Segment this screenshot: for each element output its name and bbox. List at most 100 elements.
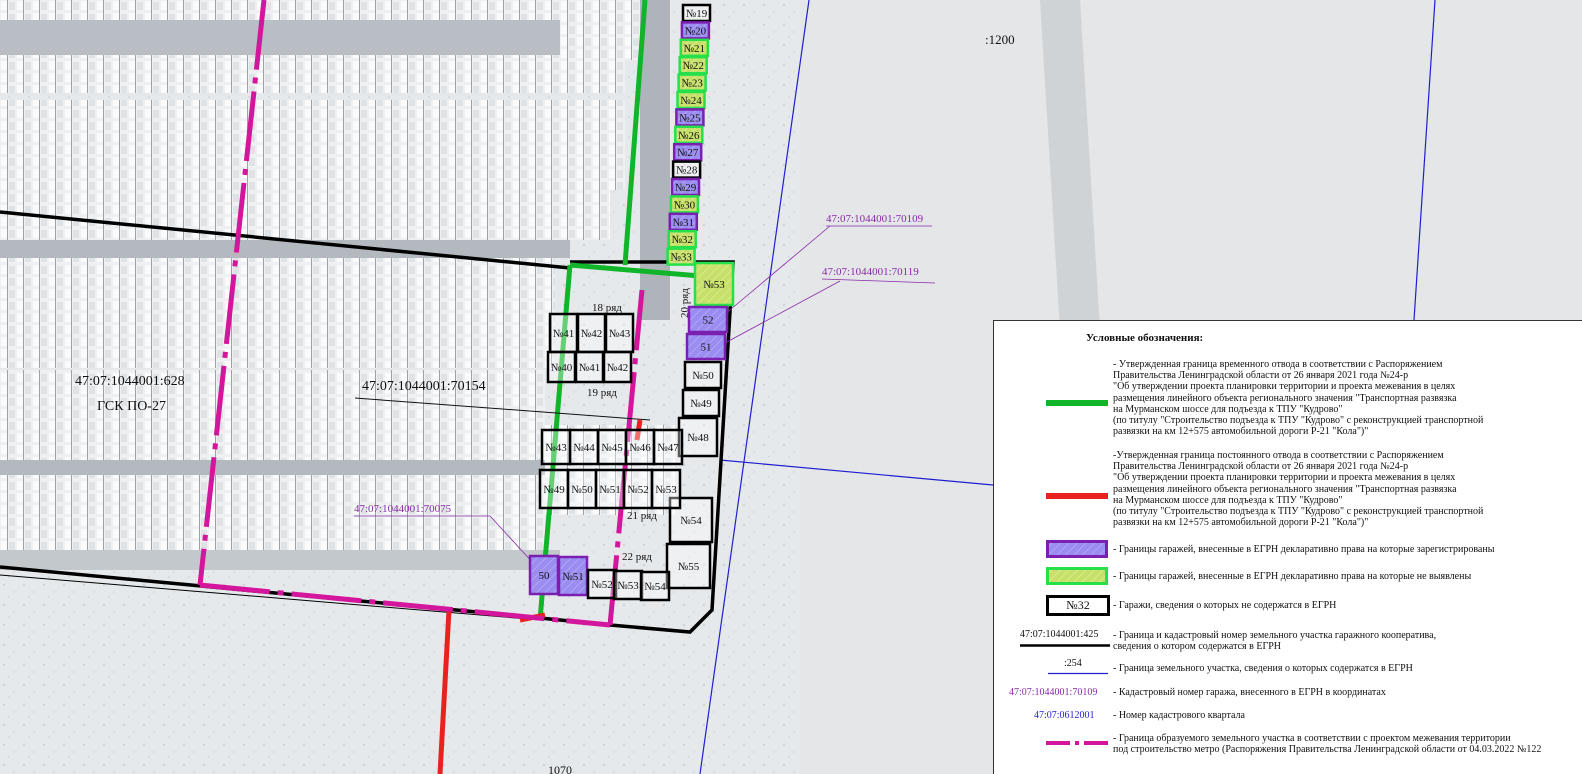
garage-mid-top-2: №45 <box>596 428 628 466</box>
svg-text:№53: №53 <box>703 279 725 291</box>
garage-mid-top-3: №46 <box>624 428 656 466</box>
parcel-main-label: 47:07:1044001:628 <box>75 374 185 389</box>
svg-text:№43: №43 <box>609 328 631 340</box>
parcel-main-name: ГСК ПО-27 <box>97 399 166 414</box>
legend-swatch-unidentified <box>1046 567 1108 585</box>
garage-column-12: №31 <box>668 212 699 232</box>
svg-text:№23: №23 <box>681 78 703 90</box>
row-19-label: 19 ряд <box>587 387 617 399</box>
garage-column-14: №33 <box>666 247 696 266</box>
svg-text:№53: №53 <box>617 580 639 592</box>
garage-column-1: №20 <box>680 21 711 40</box>
garage-row18-bottom-0: №40 <box>546 350 577 384</box>
garage-column-3: №22 <box>678 55 708 75</box>
parcel-70154-label: 47:07:1044001:70154 <box>362 379 486 394</box>
garage-row18-top-2: №43 <box>604 312 635 354</box>
legend-label-quarter: 47:07:0612001 <box>1034 710 1095 721</box>
svg-text:№55: №55 <box>678 561 700 573</box>
row-22-label: 22 ряд <box>622 551 652 563</box>
legend-label-garage-number: 47:07:1044001:70109 <box>1009 687 1098 698</box>
garage-right-1: 52 <box>687 305 729 334</box>
legend-text-registered: - Границы гаражей, внесенные в ЕГРН декл… <box>1113 544 1495 555</box>
svg-text:№49: №49 <box>690 398 712 410</box>
svg-text:№44: №44 <box>573 442 595 454</box>
parcel-70075-label: 47:07:1044001:70075 <box>354 503 452 515</box>
garage-mid-top-1: №44 <box>568 428 600 466</box>
svg-text:52: 52 <box>703 315 714 327</box>
svg-text:№51: №51 <box>599 484 621 496</box>
svg-text:№54: №54 <box>644 581 666 593</box>
garage-column-9: №28 <box>671 160 702 179</box>
garage-mid-bottom-0: №49 <box>538 468 570 510</box>
svg-text:№52: №52 <box>627 484 649 496</box>
garage-mid-bottom-4: №53 <box>650 468 682 510</box>
svg-text:№42: №42 <box>607 362 629 374</box>
legend-swatch-registered <box>1046 540 1108 558</box>
legend-text-parcel: - Граница земельного участка, сведения о… <box>1113 663 1413 674</box>
svg-text:№49: №49 <box>543 484 565 496</box>
legend-swatch-temporary <box>1046 400 1108 406</box>
garage-row22-3: №53 <box>612 569 644 601</box>
garage-column-2: №21 <box>679 38 710 58</box>
svg-text:№22: №22 <box>682 60 704 72</box>
svg-text:№24: №24 <box>680 95 702 107</box>
garage-column-10: №29 <box>670 177 701 197</box>
svg-text:№48: №48 <box>687 432 709 444</box>
svg-text:№41: №41 <box>579 362 601 374</box>
parcel-70109-label: 47:07:1044001:70109 <box>826 213 924 225</box>
garage-mid-bottom-3: №52 <box>622 468 654 510</box>
svg-text:№29: №29 <box>675 182 697 194</box>
svg-text:№32: №32 <box>671 234 693 246</box>
garage-row22-0: 50 <box>528 554 560 596</box>
legend-text-quarter: - Номер кадастрового квартала <box>1113 710 1245 721</box>
garage-column-8: №27 <box>672 142 703 162</box>
legend-swatch-permanent <box>1046 493 1108 499</box>
garage-row22-1: №51 <box>557 555 589 597</box>
garage-right-4: №49 <box>681 388 721 418</box>
legend-swatch-cooperative <box>1020 644 1110 647</box>
svg-text:№42: №42 <box>581 328 603 340</box>
svg-text:№41: №41 <box>553 328 575 340</box>
garage-column-0: №19 <box>681 3 712 23</box>
legend-text-permanent: -Утвержденная граница постоянного отвода… <box>1113 450 1484 529</box>
svg-text:№54: №54 <box>680 515 702 527</box>
garage-row22-4: №54 <box>639 570 671 602</box>
svg-text:50: 50 <box>539 570 551 582</box>
row-21-label: 21 ряд <box>627 510 657 522</box>
garage-column-7: №26 <box>674 125 704 145</box>
legend-text-cooperative: - Граница и кадастровый номер земельного… <box>1113 630 1437 653</box>
legend-text-not-in-egrn: - Гаражи, сведения о которых не содержат… <box>1113 600 1337 611</box>
garage-column-5: №24 <box>676 90 706 110</box>
garage-mid-bottom-2: №51 <box>594 468 626 510</box>
row-18-label: 18 ряд <box>592 302 622 314</box>
svg-text:№53: №53 <box>655 484 677 496</box>
svg-text:№40: №40 <box>551 362 573 374</box>
svg-text:№43: №43 <box>545 442 567 454</box>
legend-panel: Условные обозначения: - Утвержденная гра… <box>993 320 1582 774</box>
garage-row18-top-1: №42 <box>576 312 607 354</box>
legend-label-cooperative: 47:07:1044001:425 <box>1020 629 1099 640</box>
garage-right-0: №53 <box>693 261 735 307</box>
garage-column-11: №30 <box>669 195 700 214</box>
garage-right-5: №48 <box>677 416 719 458</box>
legend-text-metro: - Граница образуемого земельного участка… <box>1113 733 1542 756</box>
garage-mid-bottom-1: №50 <box>566 468 598 510</box>
garage-right-2: 51 <box>685 332 727 361</box>
legend-swatch-metro <box>1046 741 1108 745</box>
legend-swatch-parcel <box>1048 672 1108 675</box>
garage-row18-bottom-2: №42 <box>602 350 633 384</box>
svg-text:№20: №20 <box>685 25 707 37</box>
legend-text-garage-number: - Кадастровый номер гаража, внесенного в… <box>1113 687 1386 698</box>
svg-text:№30: №30 <box>674 199 696 211</box>
legend-text-temporary: - Утвержденная граница временного отвода… <box>1113 359 1484 438</box>
svg-text:№50: №50 <box>692 370 714 382</box>
svg-text:№27: №27 <box>677 147 699 159</box>
svg-text:№26: №26 <box>678 130 700 142</box>
svg-text:№19: №19 <box>686 8 708 20</box>
svg-text:№46: №46 <box>629 442 651 454</box>
svg-text:№21: №21 <box>684 43 706 55</box>
bottom-label: 1070 <box>548 763 572 774</box>
garage-mid-top-4: №47 <box>652 428 684 466</box>
parcel-70119-label: 47:07:1044001:70119 <box>822 266 919 278</box>
svg-text:№45: №45 <box>601 442 623 454</box>
